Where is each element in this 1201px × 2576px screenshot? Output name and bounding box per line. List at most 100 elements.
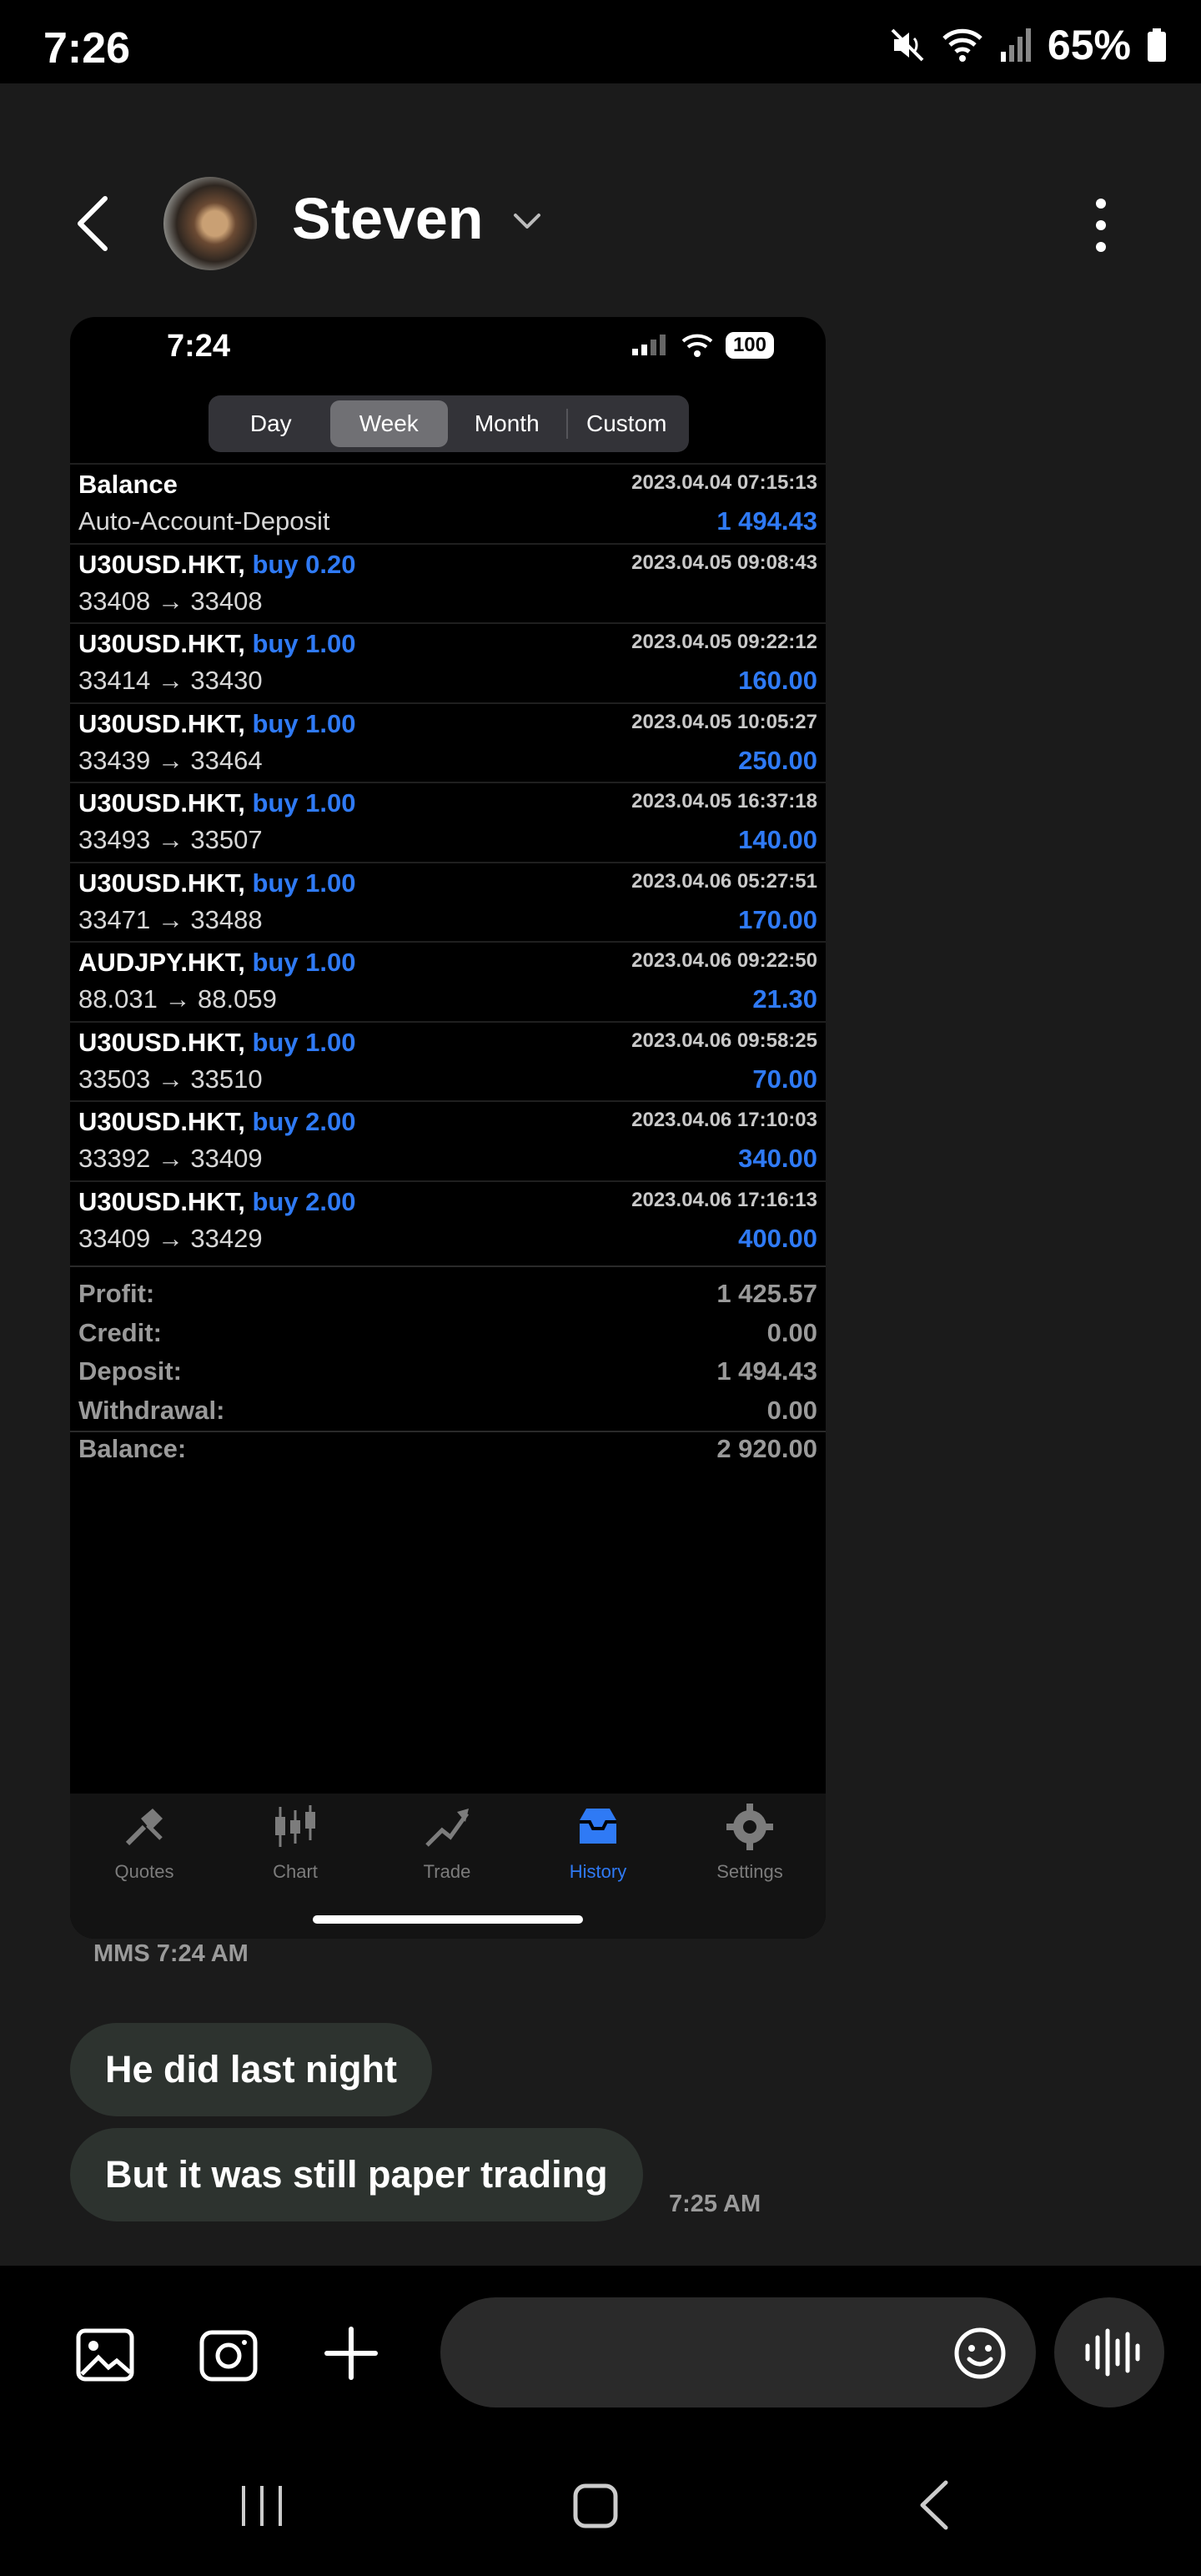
row-side: buy 1.00 <box>252 788 356 818</box>
row-symbol: U30USD.HKT, buy 2.00 <box>78 1107 356 1136</box>
gallery-button[interactable] <box>75 2327 135 2382</box>
quotes-icon <box>125 1809 163 1846</box>
mms-image[interactable]: 7:24 100 Day Week Month Custom Balance 2… <box>70 317 826 1939</box>
message-bubble[interactable]: But it was still paper trading <box>70 2128 643 2221</box>
ios-battery: 100 <box>725 332 774 359</box>
ios-wifi-icon <box>681 334 713 357</box>
trade-icon <box>425 1809 470 1847</box>
row-date: 2023.04.06 09:22:50 <box>631 949 817 972</box>
history-row[interactable]: U30USD.HKT, buy 1.00 2023.04.05 10:05:27… <box>70 702 826 782</box>
add-attachment-button[interactable] <box>322 2324 380 2382</box>
summary-withdrawal: Withdrawal: 0.00 <box>78 1395 817 1425</box>
row-prices: 33493 → 33507 <box>78 825 263 854</box>
row-prices: 33392 → 33409 <box>78 1144 263 1173</box>
ios-status-bar: 7:24 100 <box>70 317 826 384</box>
more-options-button[interactable] <box>1084 192 1118 259</box>
tab-chart[interactable]: Chart <box>233 1802 358 1883</box>
history-row[interactable]: U30USD.HKT, buy 2.00 2023.04.06 17:16:13… <box>70 1180 826 1260</box>
period-segmented-control: Day Week Month Custom <box>209 395 689 452</box>
row-prices: 88.031 → 88.059 <box>78 984 277 1014</box>
tab-custom[interactable]: Custom <box>568 400 686 447</box>
row-side: buy 1.00 <box>252 1027 356 1057</box>
row-side: buy 1.00 <box>252 868 356 898</box>
back-arrow-icon <box>78 196 108 251</box>
plus-icon <box>324 2327 378 2380</box>
wifi-icon <box>942 28 982 62</box>
summary-deposit: Deposit: 1 494.43 <box>78 1356 817 1386</box>
chart-icon <box>275 1805 315 1847</box>
mute-icon <box>891 28 924 62</box>
summary-balance: Balance: 2 920.00 <box>78 1434 817 1463</box>
row-symbol: U30USD.HKT, buy 0.20 <box>78 549 356 579</box>
row-amount: 21.30 <box>752 984 817 1014</box>
history-row[interactable]: U30USD.HKT, buy 1.00 2023.04.06 09:58:25… <box>70 1020 826 1101</box>
status-icons: 65% <box>889 22 1168 68</box>
home-icon <box>573 2483 618 2528</box>
row-symbol: U30USD.HKT, buy 1.00 <box>78 868 356 898</box>
history-row[interactable]: U30USD.HKT, buy 1.00 2023.04.06 05:27:51… <box>70 861 826 942</box>
row-amount: 1 494.43 <box>716 506 817 536</box>
tab-day[interactable]: Day <box>212 400 330 447</box>
camera-icon <box>199 2330 258 2382</box>
row-prices: 33503 → 33510 <box>78 1064 263 1094</box>
camera-button[interactable] <box>198 2326 259 2384</box>
row-prices: 33471 → 33488 <box>78 904 263 934</box>
row-symbol: U30USD.HKT, buy 1.00 <box>78 708 356 738</box>
row-date: 2023.04.05 09:08:43 <box>631 551 817 574</box>
history-row[interactable]: U30USD.HKT, buy 0.20 2023.04.05 09:08:43… <box>70 542 826 623</box>
row-symbol: AUDJPY.HKT, buy 1.00 <box>78 948 356 977</box>
row-date: 2023.04.05 16:37:18 <box>631 790 817 813</box>
history-summary: Profit: 1 425.57 Credit: 0.00 Deposit: 1 49… <box>70 1265 826 1463</box>
emoji-icon <box>954 2327 1006 2379</box>
tab-settings[interactable]: Settings <box>687 1802 812 1883</box>
row-date: 2023.04.06 17:16:13 <box>631 1188 817 1211</box>
chevron-down-icon[interactable] <box>510 210 544 235</box>
back-button[interactable] <box>68 190 118 257</box>
history-row[interactable]: Balance 2023.04.04 07:15:13 Auto-Account… <box>70 463 826 543</box>
row-prices: 33409 → 33429 <box>78 1223 263 1253</box>
row-amount: 170.00 <box>738 904 817 934</box>
nav-back-button[interactable] <box>916 2478 952 2533</box>
history-row[interactable]: U30USD.HKT, buy 1.00 2023.04.05 16:37:18… <box>70 782 826 862</box>
row-amount: 340.00 <box>738 1144 817 1173</box>
tab-history[interactable]: History <box>535 1802 661 1883</box>
contact-name[interactable]: Steven <box>292 185 484 252</box>
row-symbol: U30USD.HKT, buy 2.00 <box>78 1186 356 1216</box>
message-input[interactable] <box>440 2297 1036 2407</box>
history-row[interactable]: AUDJPY.HKT, buy 1.00 2023.04.06 09:22:50… <box>70 941 826 1021</box>
row-symbol: U30USD.HKT, buy 1.00 <box>78 788 356 818</box>
row-side: buy 0.20 <box>252 549 356 579</box>
ios-status-icons: 100 <box>631 332 774 359</box>
status-time: 7:26 <box>43 24 131 73</box>
row-amount: 70.00 <box>752 1064 817 1094</box>
tab-quotes[interactable]: Quotes <box>82 1802 207 1883</box>
row-side: buy 2.00 <box>252 1186 356 1216</box>
row-prices: 33439 → 33464 <box>78 745 263 775</box>
message-bubble[interactable]: He did last night <box>70 2023 433 2116</box>
mms-timestamp: MMS 7:24 AM <box>93 1940 249 1967</box>
row-date: 2023.04.04 07:15:13 <box>631 471 817 494</box>
row-date: 2023.04.06 05:27:51 <box>631 869 817 893</box>
home-button[interactable] <box>572 2481 619 2531</box>
tab-trade[interactable]: Trade <box>384 1802 510 1883</box>
ios-home-indicator <box>313 1915 583 1924</box>
voice-waveform-icon <box>1085 2328 1140 2377</box>
tab-week[interactable]: Week <box>329 400 448 447</box>
voice-record-button[interactable] <box>1054 2297 1164 2407</box>
signal-icon <box>1000 28 1031 62</box>
history-row[interactable]: U30USD.HKT, buy 2.00 2023.04.06 17:10:03… <box>70 1100 826 1180</box>
row-side: buy 1.00 <box>252 948 356 977</box>
row-side: buy 2.00 <box>252 1107 356 1136</box>
tab-month[interactable]: Month <box>448 400 566 447</box>
ios-time: 7:24 <box>167 329 231 364</box>
battery-percent: 65% <box>1047 22 1131 68</box>
row-date: 2023.04.05 10:05:27 <box>631 710 817 733</box>
emoji-button[interactable] <box>951 2324 1009 2382</box>
history-icon <box>580 1809 616 1844</box>
recents-button[interactable] <box>237 2483 287 2529</box>
contact-avatar[interactable] <box>163 177 257 270</box>
gallery-icon <box>76 2328 134 2382</box>
history-list: Balance 2023.04.04 07:15:13 Auto-Account… <box>70 463 826 1260</box>
row-amount: 160.00 <box>738 666 817 695</box>
history-row[interactable]: U30USD.HKT, buy 1.00 2023.04.05 09:22:12… <box>70 622 826 702</box>
